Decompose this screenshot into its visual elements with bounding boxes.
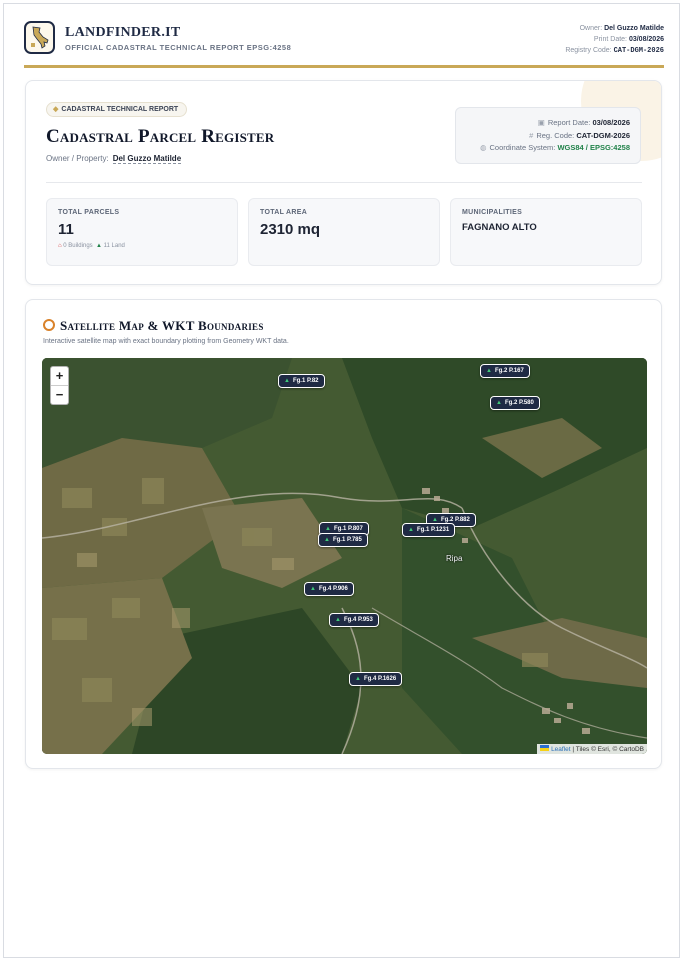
report-date: 03/08/2026: [592, 118, 630, 127]
parcel-marker[interactable]: ▲ Fg.1 P.785: [318, 533, 368, 547]
report-info-box: ▣ Report Date: 03/08/2026 # Reg. Code: CAT…: [455, 107, 641, 164]
parcel-marker[interactable]: ▲ Fg.1 P.1231: [402, 523, 456, 537]
tree-icon: ▲: [310, 586, 316, 592]
map-section-subtitle: Interactive satellite map with exact bou…: [43, 338, 289, 345]
municipality-name: FAGNANO ALTO: [462, 222, 537, 233]
satellite-map[interactable]: Ripa + − ▲ Fg.1 P.82 ▲ Fg.2 P.167 ▲ Fg.2 P.…: [42, 358, 647, 754]
header-meta: Owner: Del Guzzo Matilde Print Date: 03/…: [565, 25, 664, 55]
reg-code: CAT-DGM-2026: [576, 130, 630, 140]
tree-icon: ▲: [355, 676, 361, 682]
hash-icon: #: [529, 130, 534, 140]
header-owner: Del Guzzo Matilde: [604, 25, 664, 32]
parcels-count: 11: [58, 221, 74, 238]
ukraine-flag-icon: [540, 745, 550, 751]
parcel-marker[interactable]: ▲ Fg.4 P.1626: [349, 672, 403, 686]
stat-total-parcels: TOTAL PARCELS 11 ⌂ 0 Buildings ▲ 11 Land: [46, 198, 238, 266]
report-page: LANDFINDER.IT OFFICIAL CADASTRAL TECHNIC…: [3, 3, 680, 958]
coord-system: WGS84 / EPSG:4258: [557, 143, 630, 152]
calendar-icon: ▣: [537, 118, 545, 127]
stat-total-area: TOTAL AREA 2310 mq: [248, 198, 440, 266]
tree-icon: ▲: [496, 400, 502, 406]
parcel-marker[interactable]: ▲ Fg.2 P.167: [480, 364, 530, 378]
globe-icon: ◍: [479, 143, 487, 152]
register-card: ◆ CADASTRAL TECHNICAL REPORT Cadastral Pa…: [25, 80, 662, 285]
owner-line: Owner / Property: Del Guzzo Matilde: [46, 154, 182, 164]
page-title: Cadastral Parcel Register: [46, 126, 275, 147]
divider: [46, 182, 642, 183]
logo-italy-icon: [24, 21, 55, 54]
header-print-date: 03/08/2026: [628, 36, 664, 43]
map-attribution: Leaflet | Tiles © Esri, © CartoDB: [537, 744, 647, 754]
owner-name: Del Guzzo Matilde: [112, 154, 182, 164]
parcel-marker[interactable]: ▲ Fg.4 P.953: [329, 613, 379, 627]
report-header: LANDFINDER.IT OFFICIAL CADASTRAL TECHNIC…: [24, 18, 664, 68]
parcel-marker[interactable]: ▲ Fg.2 P.580: [490, 396, 540, 410]
zoom-out-button[interactable]: −: [51, 386, 68, 405]
satellite-icon: [43, 319, 55, 331]
leaflet-link[interactable]: Leaflet: [551, 746, 571, 753]
home-icon: ⌂: [58, 243, 62, 249]
header-registry-code: CAT-DGM-2026: [613, 47, 664, 55]
tree-icon: ▲: [408, 527, 414, 533]
tree-icon: ▲: [324, 537, 330, 543]
area-value: 2310 mq: [260, 221, 321, 238]
report-badge: ◆ CADASTRAL TECHNICAL REPORT: [46, 102, 188, 117]
place-label: Ripa: [446, 554, 463, 563]
zoom-in-button[interactable]: +: [51, 367, 68, 386]
stat-municipalities: MUNICIPALITIES FAGNANO ALTO: [450, 198, 642, 266]
brand-subtitle: OFFICIAL CADASTRAL TECHNICAL REPORT EPSG…: [65, 43, 292, 52]
tree-icon: ▲: [284, 378, 290, 384]
tree-icon: ▲: [335, 617, 341, 623]
zoom-control: + −: [50, 366, 69, 405]
parcel-marker[interactable]: ▲ Fg.4 P.906: [304, 582, 354, 596]
shield-icon: ◆: [53, 106, 59, 113]
satellite-imagery: [42, 358, 647, 754]
tree-icon: ▲: [486, 368, 492, 374]
tree-icon: ▲: [325, 526, 331, 532]
brand-name: LANDFINDER.IT: [65, 25, 181, 40]
tree-icon: ▲: [96, 243, 102, 249]
parcel-marker[interactable]: ▲ Fg.1 P.82: [278, 374, 325, 388]
map-card: Satellite Map & WKT Boundaries Interacti…: [25, 299, 662, 769]
map-section-title: Satellite Map & WKT Boundaries: [43, 318, 264, 334]
